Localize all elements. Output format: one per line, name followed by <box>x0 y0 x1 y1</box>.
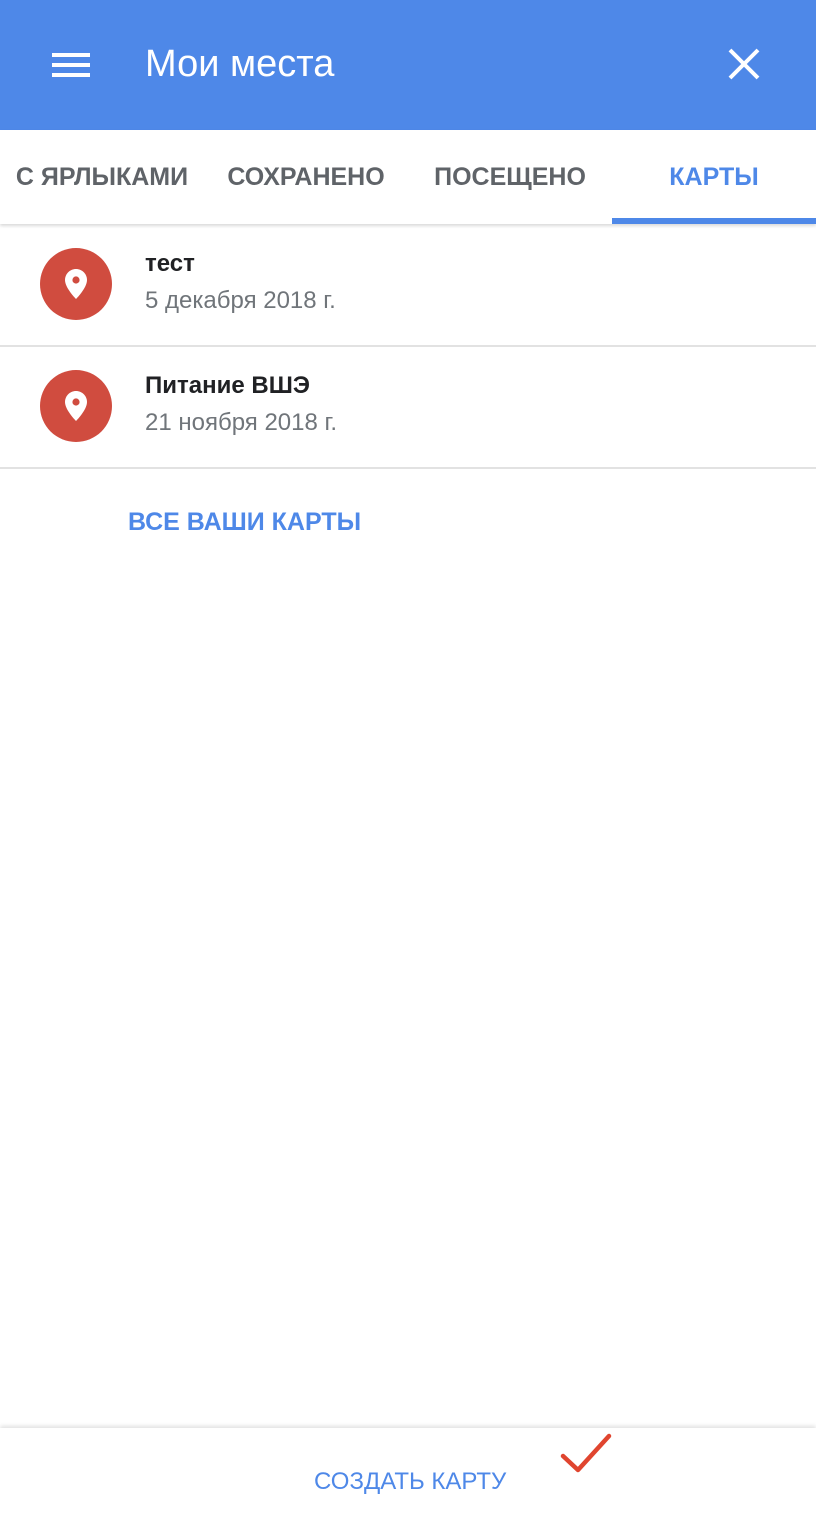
bottom-action-bar: СОЗДАТЬ КАРТУ <box>0 1428 816 1534</box>
create-map-button[interactable]: СОЗДАТЬ КАРТУ <box>314 1468 506 1496</box>
map-pin-icon <box>40 370 112 442</box>
tab-bar: С ЯРЛЫКАМИ СОХРАНЕНО ПОСЕЩЕНО КАРТЫ <box>0 130 816 224</box>
tab-saved[interactable]: СОХРАНЕНО <box>204 130 408 224</box>
app-bar: Мои места <box>0 0 816 130</box>
close-icon[interactable] <box>724 44 764 84</box>
map-title: Питание ВШЭ <box>145 372 310 399</box>
map-list-item[interactable]: Питание ВШЭ 21 ноября 2018 г. <box>0 346 816 469</box>
all-maps-link[interactable]: ВСЕ ВАШИ КАРТЫ <box>128 508 361 537</box>
tab-visited[interactable]: ПОСЕЩЕНО <box>408 130 612 224</box>
red-checkmark-icon <box>560 1433 612 1473</box>
map-pin-icon <box>40 248 112 320</box>
tab-labeled[interactable]: С ЯРЛЫКАМИ <box>0 130 204 224</box>
map-date: 21 ноября 2018 г. <box>145 409 337 436</box>
page-title: Мои места <box>145 43 335 85</box>
map-date: 5 декабря 2018 г. <box>145 287 336 314</box>
map-list-item[interactable]: тест 5 декабря 2018 г. <box>0 224 816 347</box>
map-title: тест <box>145 250 195 277</box>
tab-maps[interactable]: КАРТЫ <box>612 130 816 224</box>
hamburger-menu-icon[interactable] <box>52 50 92 80</box>
